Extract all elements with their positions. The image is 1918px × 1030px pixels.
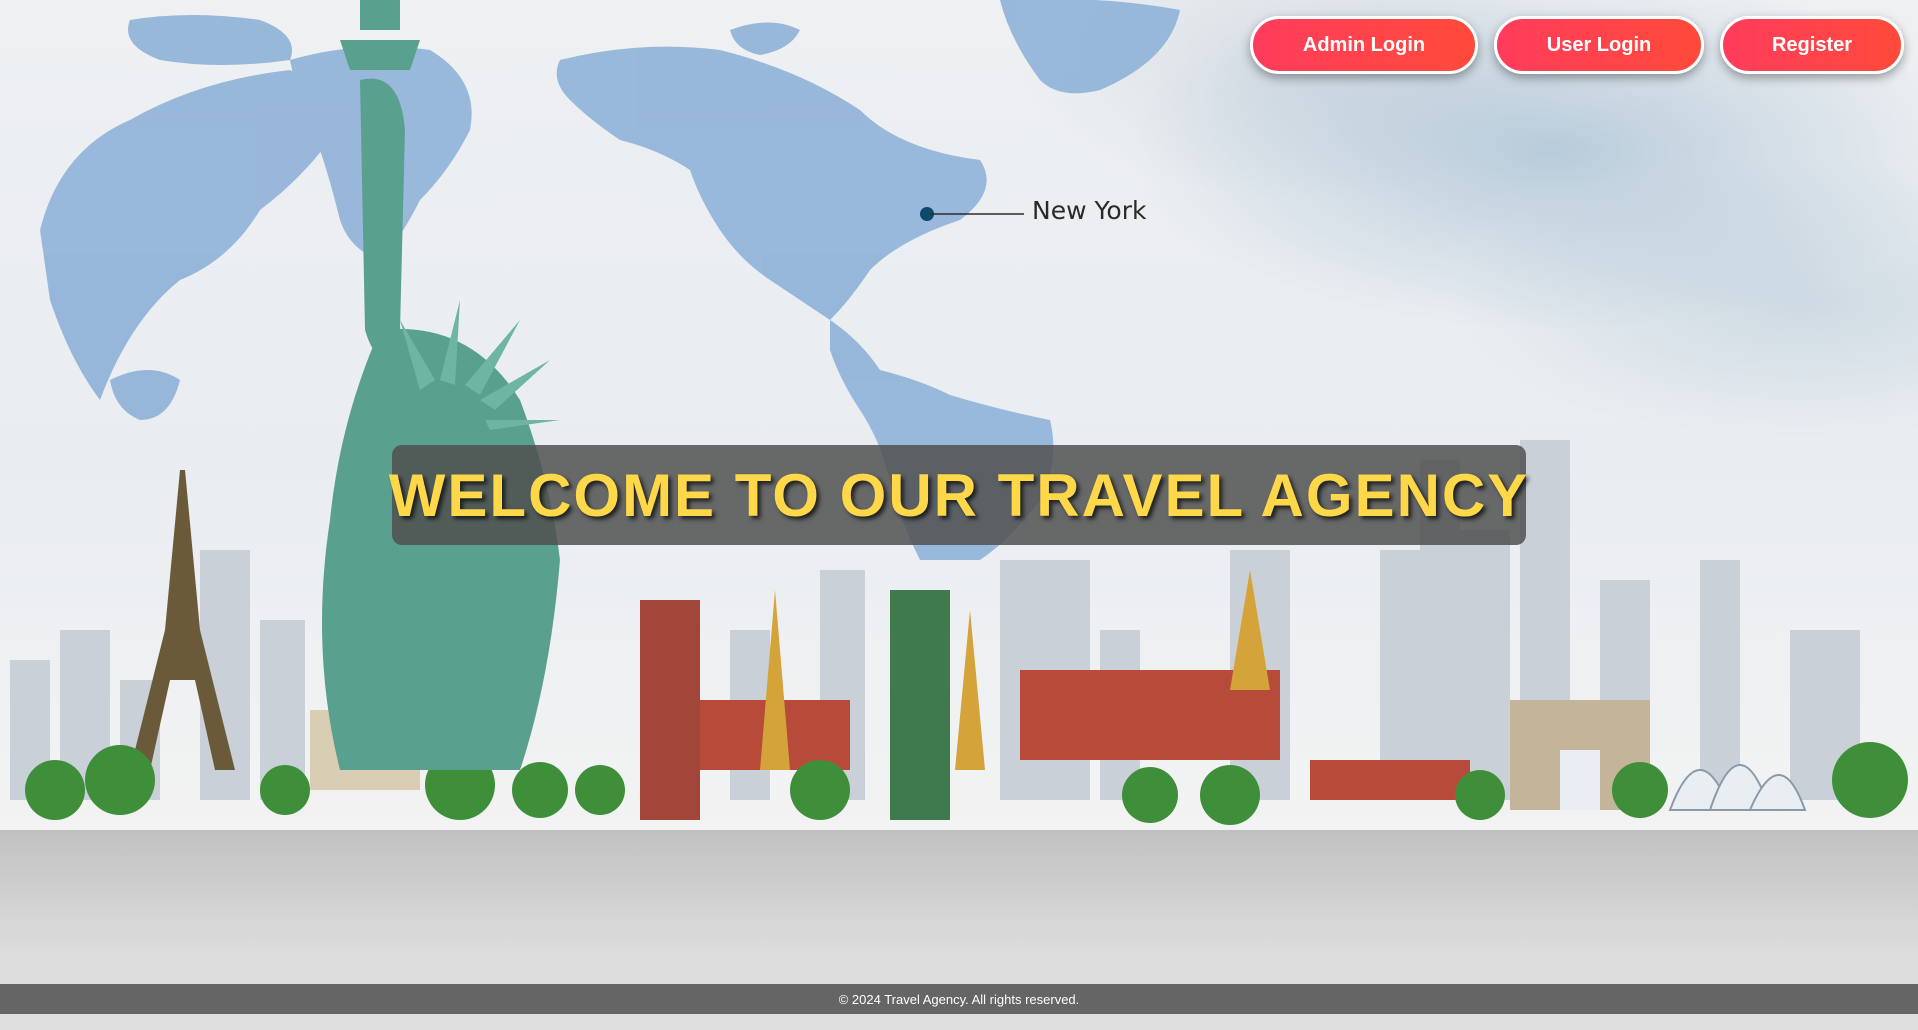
landing-page: New York Admin Login User Login Register…: [0, 0, 1918, 1030]
register-button[interactable]: Register: [1720, 16, 1904, 74]
map-location-label: New York: [1032, 196, 1147, 225]
copyright-text: © 2024 Travel Agency. All rights reserve…: [838, 991, 1080, 1007]
top-nav: Admin Login User Login Register: [1250, 16, 1904, 74]
welcome-banner: WELCOME TO OUR TRAVEL AGENCY: [388, 445, 1530, 545]
footer: © 2024 Travel Agency. All rights reserve…: [0, 984, 1918, 1014]
welcome-heading: WELCOME TO OUR TRAVEL AGENCY: [388, 461, 1530, 529]
user-login-button[interactable]: User Login: [1494, 16, 1704, 74]
statue-of-liberty: [322, 0, 560, 770]
admin-login-button[interactable]: Admin Login: [1250, 16, 1478, 74]
